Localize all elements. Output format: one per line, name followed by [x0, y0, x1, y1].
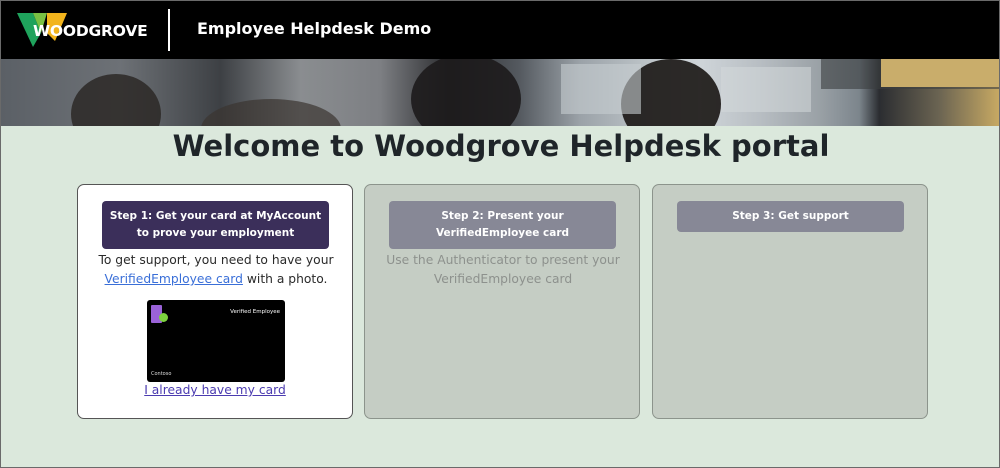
step1-button-line1: Step 1: Get your card at MyAccount	[109, 210, 322, 222]
app-title: Employee Helpdesk Demo	[197, 19, 432, 38]
step2-description: Use the Authenticator to present your Ve…	[373, 251, 633, 289]
step3-card: Step 3: Get support	[652, 184, 928, 419]
step1-card: Step 1: Get your card at MyAccount to pr…	[77, 184, 353, 419]
step2-present-card-button[interactable]: Step 2: Present your VerifiedEmployee ca…	[389, 201, 616, 249]
woodgrove-logo[interactable]: WOODGROVE	[17, 13, 167, 47]
card-verified-badge-icon	[159, 313, 168, 322]
step1-desc-after: with a photo.	[246, 272, 328, 286]
already-have-card-link[interactable]: I already have my card	[78, 383, 352, 397]
verified-employee-card-link[interactable]: VerifiedEmployee card	[105, 272, 243, 286]
step2-button-line1: Step 2: Present your	[441, 210, 564, 222]
header-divider	[168, 9, 170, 51]
step1-button-line2: to prove your employment	[136, 227, 295, 239]
logo-text: WOODGROVE	[33, 22, 148, 40]
step2-desc-line1: Use the Authenticator to present your	[386, 253, 620, 267]
verified-employee-card-image: Verified Employee Contoso	[147, 300, 285, 382]
step3-get-support-button[interactable]: Step 3: Get support	[677, 201, 904, 232]
hero-banner-image	[1, 59, 999, 126]
card-org: Contoso	[151, 371, 172, 377]
step1-description: To get support, you need to have your Ve…	[86, 251, 346, 289]
step1-get-card-button[interactable]: Step 1: Get your card at MyAccount to pr…	[102, 201, 329, 249]
welcome-heading: Welcome to Woodgrove Helpdesk portal	[172, 129, 830, 163]
step2-button-line2: VerifiedEmployee card	[435, 227, 570, 239]
step2-card: Step 2: Present your VerifiedEmployee ca…	[364, 184, 640, 419]
banner-photo	[71, 59, 999, 126]
step1-desc-before: To get support, you need to have your	[98, 253, 334, 267]
top-navigation-bar: WOODGROVE Employee Helpdesk Demo	[1, 1, 999, 59]
step2-desc-line2: VerifiedEmployee card	[433, 272, 573, 286]
card-title: Verified Employee	[230, 309, 280, 315]
